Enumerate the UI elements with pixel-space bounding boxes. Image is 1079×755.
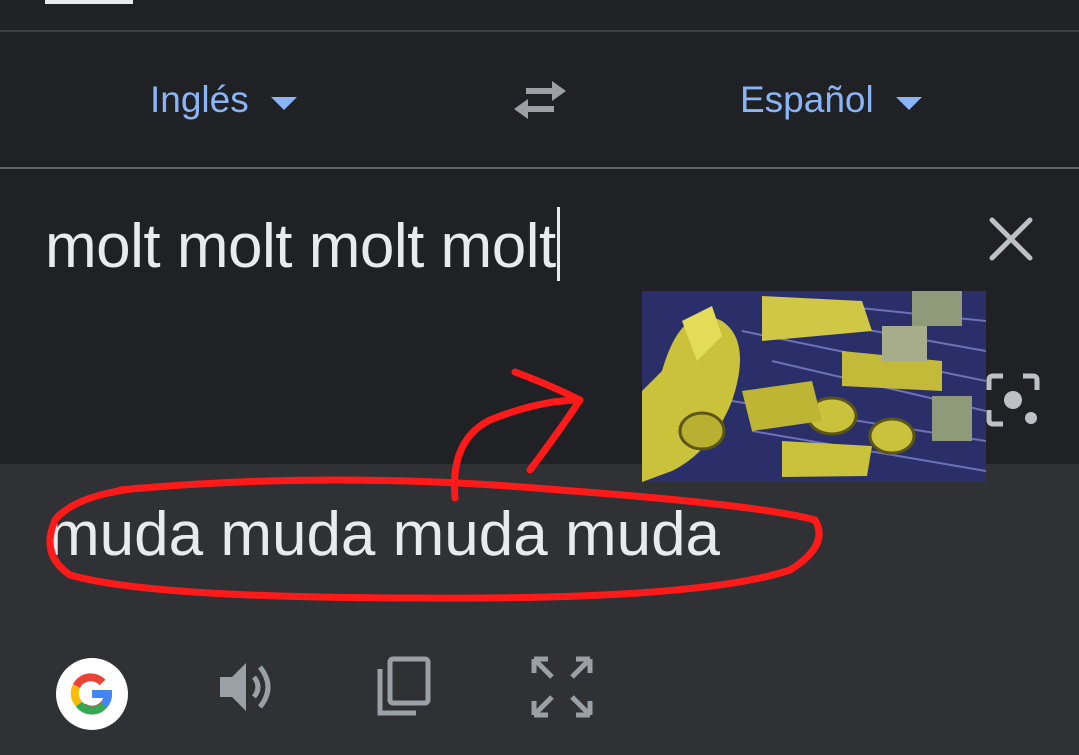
- top-bar: [0, 0, 1079, 30]
- tab-indicator: [45, 0, 133, 4]
- camera-lens-icon[interactable]: [985, 372, 1041, 428]
- copy-icon[interactable]: [374, 655, 438, 719]
- close-icon[interactable]: [986, 214, 1036, 264]
- chevron-down-icon: [270, 97, 297, 110]
- translation-text: muda muda muda muda: [48, 500, 721, 569]
- source-language-label: Inglés: [150, 78, 249, 120]
- text-cursor: [556, 207, 560, 281]
- target-language-label: Español: [740, 78, 874, 120]
- speaker-icon[interactable]: [216, 655, 280, 719]
- output-actions: [0, 655, 1079, 730]
- chevron-down-icon: [895, 97, 922, 110]
- google-logo[interactable]: [56, 658, 128, 730]
- google-icon: [70, 673, 112, 715]
- swap-arrows-icon[interactable]: [510, 77, 570, 123]
- language-bar: Inglés Español: [0, 32, 1079, 167]
- meme-image: [642, 291, 986, 482]
- source-text-field[interactable]: molt molt molt molt: [45, 207, 560, 281]
- source-text: molt molt molt molt: [45, 212, 556, 281]
- target-language-selector[interactable]: Español: [740, 32, 922, 167]
- source-language-selector[interactable]: Inglés: [150, 32, 297, 167]
- fullscreen-icon[interactable]: [530, 655, 594, 719]
